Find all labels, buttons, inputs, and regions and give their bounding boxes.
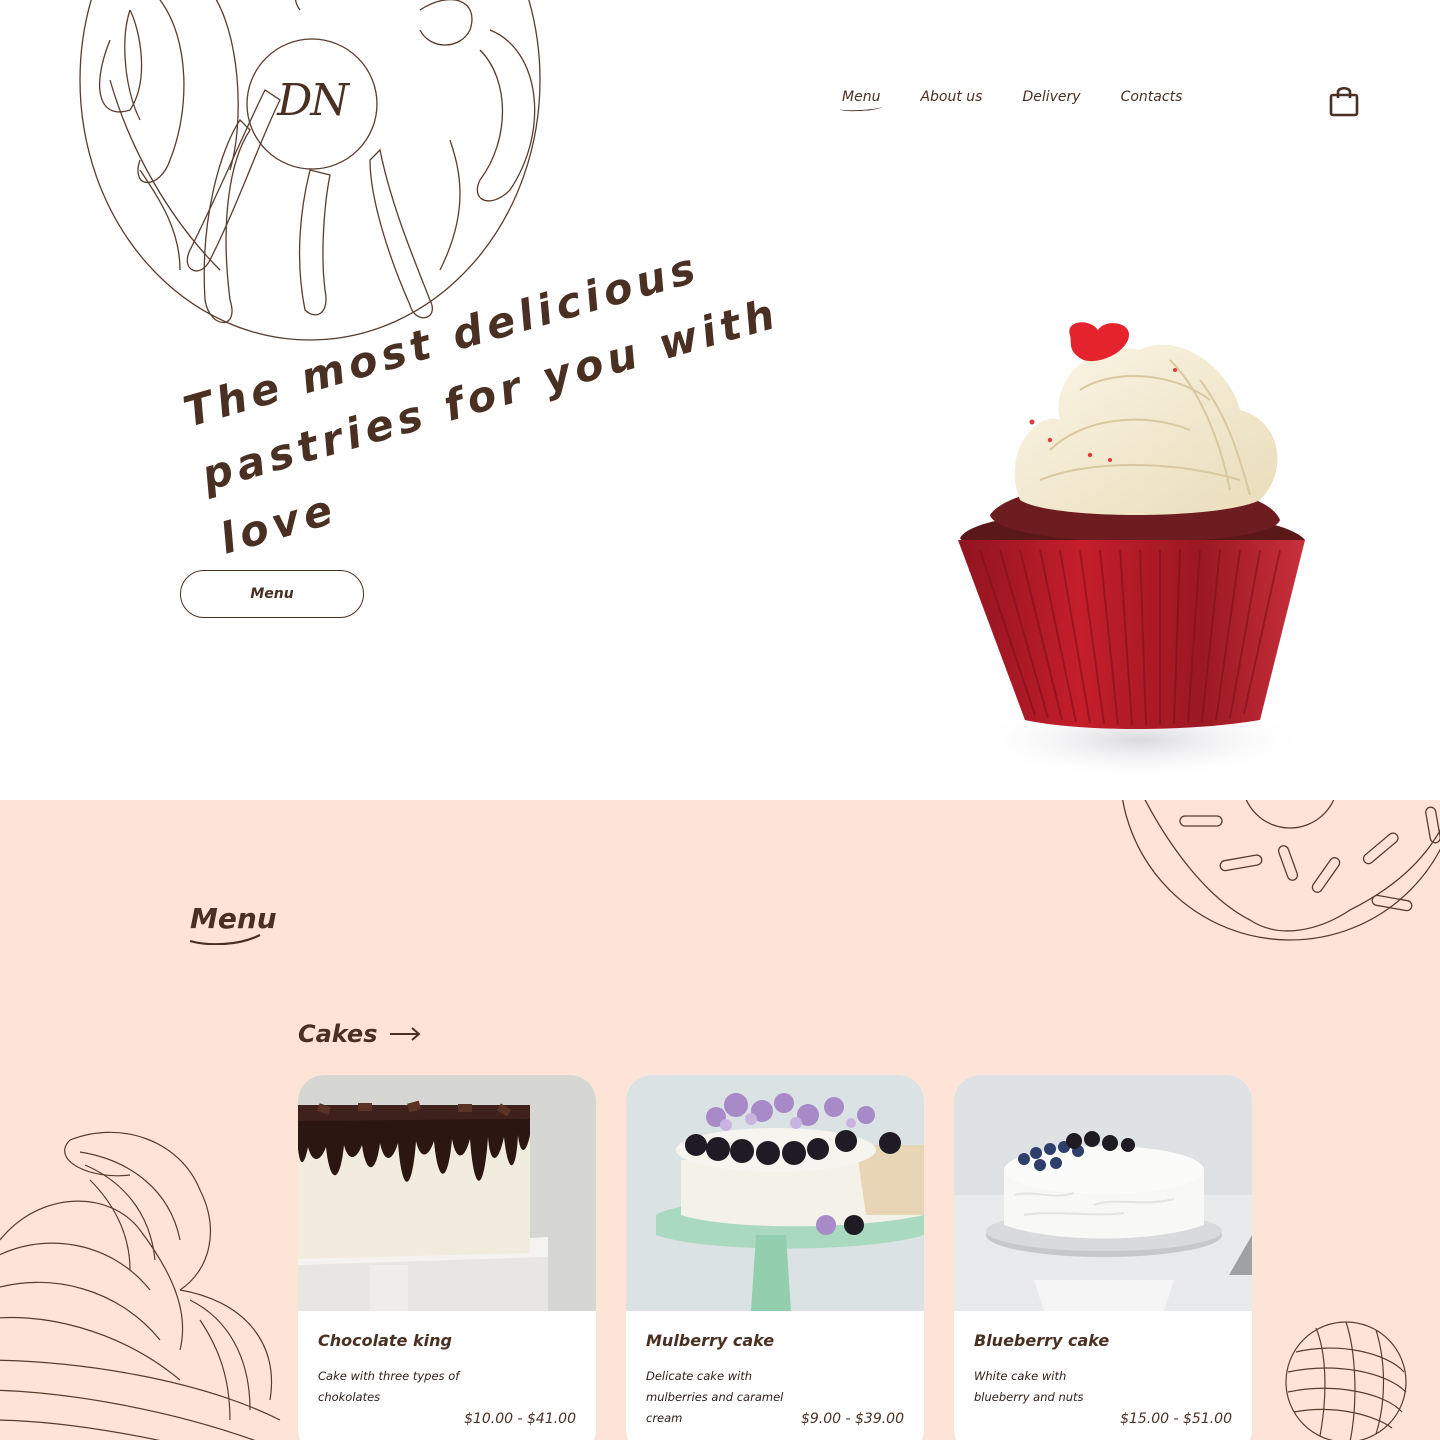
card-title: Blueberry cake (974, 1331, 1110, 1350)
product-cards: Chocolate king Cake with three types of … (298, 1075, 1252, 1440)
nav-item-menu[interactable]: Menu (842, 89, 880, 109)
product-card[interactable]: Chocolate king Cake with three types of … (298, 1075, 596, 1440)
card-title: Chocolate king (318, 1331, 452, 1350)
chocolate-cake-image (298, 1075, 596, 1311)
card-description: White cake with blueberry and nuts (974, 1369, 1084, 1404)
card-price: $10.00 - $41.00 (464, 1411, 576, 1427)
product-card[interactable]: Mulberry cake Delicate cake with mulberr… (626, 1075, 924, 1440)
menu-section: Menu Cakes Chocolate king Cake with thre… (0, 800, 1440, 1440)
lollipop-outline-illustration (1285, 1321, 1407, 1440)
menu-section-title: Menu (190, 902, 277, 935)
mulberry-cake-image (626, 1075, 924, 1311)
card-price: $9.00 - $39.00 (800, 1411, 904, 1427)
card-description: Cake with three types of chokolates (318, 1369, 460, 1404)
card-description: Delicate cake with mulberries and carame… (646, 1369, 784, 1425)
hero-section: DN Menu About us Delivery Contacts The m… (0, 0, 1440, 800)
card-body: Chocolate king Cake with three types of … (298, 1311, 596, 1440)
brand-logo[interactable]: DN (270, 70, 354, 132)
hero-menu-button[interactable]: Menu (180, 570, 364, 618)
card-price: $15.00 - $51.00 (1120, 1411, 1232, 1427)
blueberry-cake-image (954, 1075, 1252, 1311)
cupcake-outline-illustration (0, 1131, 281, 1440)
donut-outline-illustration (1122, 800, 1440, 941)
card-title: Mulberry cake (646, 1331, 775, 1350)
card-body: Mulberry cake Delicate cake with mulberr… (626, 1311, 924, 1440)
nav-item-about-us[interactable]: About us (920, 89, 982, 109)
category-label: Cakes (298, 1020, 378, 1048)
arrow-right-icon (390, 1027, 422, 1041)
title-underline (189, 934, 261, 945)
shopping-bag-icon[interactable] (1328, 84, 1360, 118)
cupcake-image (958, 322, 1310, 780)
category-link-cakes[interactable]: Cakes (298, 1020, 422, 1048)
nav-item-contacts[interactable]: Contacts (1121, 89, 1183, 109)
card-body: Blueberry cake White cake with blueberry… (954, 1311, 1252, 1440)
product-card[interactable]: Blueberry cake White cake with blueberry… (954, 1075, 1252, 1440)
nav-item-delivery[interactable]: Delivery (1022, 89, 1080, 109)
main-nav: Menu About us Delivery Contacts (842, 89, 1182, 109)
